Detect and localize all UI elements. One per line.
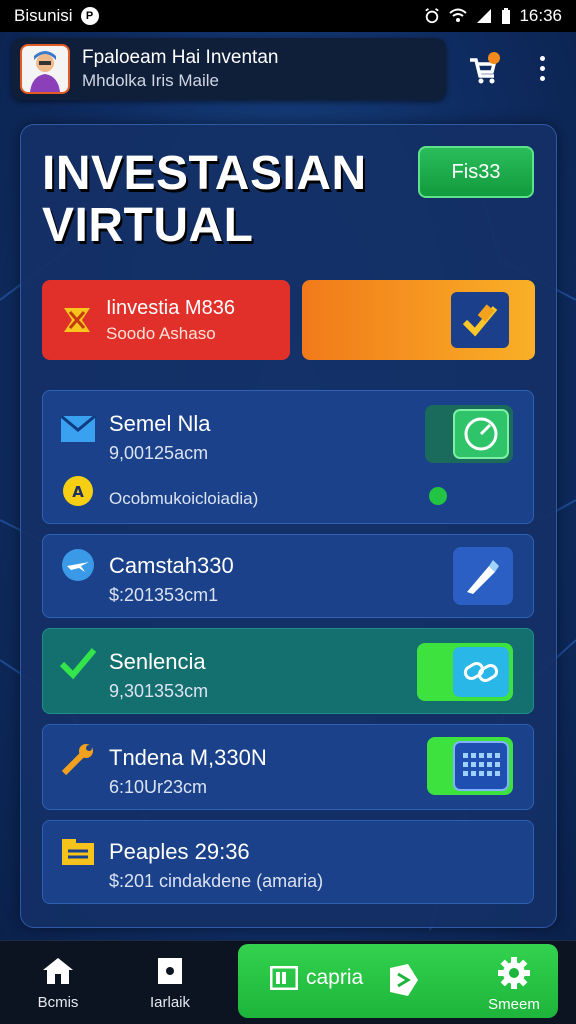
mail-icon xyxy=(59,411,97,447)
status-bar: Bisunisi P 16:36 xyxy=(0,0,576,32)
alarm-icon xyxy=(425,8,440,24)
wrench-icon xyxy=(59,741,97,777)
nav-second-label: Iarlaik xyxy=(149,993,190,1011)
gear-icon xyxy=(498,957,530,989)
nav-second[interactable]: Iarlaik xyxy=(130,941,210,1024)
signal-icon xyxy=(477,9,492,23)
investment-card[interactable]: Iinvestia M836 Soodo Ashaso xyxy=(42,280,290,360)
notification-icon: P xyxy=(80,7,99,25)
trophy-icon xyxy=(64,308,90,332)
cart-button[interactable] xyxy=(466,50,502,86)
pencil-check-icon xyxy=(462,304,498,337)
investment-title: Iinvestia M836 xyxy=(106,296,235,319)
svg-text:A: A xyxy=(72,483,84,501)
capria-button[interactable]: capria xyxy=(270,966,363,990)
chart-box-icon xyxy=(270,966,298,990)
link-button[interactable] xyxy=(417,643,513,701)
nav-home-label: Bcmis xyxy=(37,993,79,1011)
badge-icon: A xyxy=(59,473,97,509)
card-title: Semel Nla xyxy=(109,411,211,436)
link-icon xyxy=(453,647,509,697)
investment-subtitle: Soodo Ashaso xyxy=(106,323,216,343)
nav-settings[interactable]: Smeem xyxy=(480,956,548,1013)
gauge-button[interactable] xyxy=(425,405,513,463)
gauge-icon xyxy=(453,409,509,459)
calendar-icon xyxy=(453,741,509,791)
cart-icon xyxy=(470,52,500,84)
folder-icon xyxy=(59,835,97,871)
header-title: Fpaloeam Hai Inventan xyxy=(82,47,279,68)
card-title: Tndena M,330N xyxy=(109,745,267,770)
card-value: 6:10Ur23cm xyxy=(109,777,208,797)
status-dot xyxy=(429,487,447,505)
tag-button[interactable] xyxy=(388,962,420,998)
page-title: INVESTASIAN VIRTUAL xyxy=(42,147,367,252)
card-title: Peaples 29:36 xyxy=(109,839,250,864)
list-item[interactable]: Camstah330 $:201353cm1 xyxy=(42,534,534,618)
dot xyxy=(539,55,545,61)
list-item[interactable]: Semel Nla 9,00125acm A Ocobmukoicloiadia… xyxy=(42,390,534,524)
list-item[interactable]: Tndena M,330N 6:10Ur23cm xyxy=(42,724,534,810)
dot xyxy=(539,65,545,71)
header-subtitle: Mhdolka Iris Maile xyxy=(82,71,219,90)
nav-home[interactable]: Bcmis xyxy=(22,941,94,1024)
card-value: $:201 cindakdene (amaria) xyxy=(109,871,324,891)
promo-card[interactable] xyxy=(302,280,535,360)
nav-settings-label: Smeem xyxy=(488,996,540,1013)
carrier-label: Bisunisi xyxy=(14,6,73,25)
card-value: 9,301353cm xyxy=(109,681,209,701)
pen-icon xyxy=(453,551,509,601)
capria-label: capria xyxy=(306,966,364,989)
nav-green-bar[interactable]: capria Smeem xyxy=(238,944,558,1018)
clock: 16:36 xyxy=(519,6,562,25)
battery-icon xyxy=(502,8,511,24)
check-icon xyxy=(59,645,97,681)
calendar-button[interactable] xyxy=(427,737,513,795)
card-value: 9,00125acm xyxy=(109,443,209,463)
plane-icon xyxy=(59,547,97,583)
dot xyxy=(539,75,545,81)
card-title: Camstah330 xyxy=(109,553,234,578)
avatar[interactable] xyxy=(20,44,70,94)
overflow-menu-button[interactable] xyxy=(532,50,552,86)
home-icon xyxy=(43,957,73,984)
card-title: Senlencia xyxy=(109,649,206,674)
document-icon xyxy=(158,957,182,984)
pen-button[interactable] xyxy=(453,547,513,605)
list-item[interactable]: Senlencia 9,301353cm xyxy=(42,628,534,714)
app-header[interactable]: Fpaloeam Hai Inventan Mhdolka Iris Maile xyxy=(12,38,446,100)
list-item[interactable]: Peaples 29:36 $:201 cindakdene (amaria) xyxy=(42,820,534,904)
card-value: $:201353cm1 xyxy=(109,585,219,605)
card-extra: Ocobmukoicloiadia) xyxy=(109,489,259,508)
wifi-icon xyxy=(449,8,468,22)
edit-button[interactable] xyxy=(451,292,509,348)
tag-icon xyxy=(390,964,418,996)
top-action-button[interactable]: Fis33 xyxy=(418,146,534,198)
